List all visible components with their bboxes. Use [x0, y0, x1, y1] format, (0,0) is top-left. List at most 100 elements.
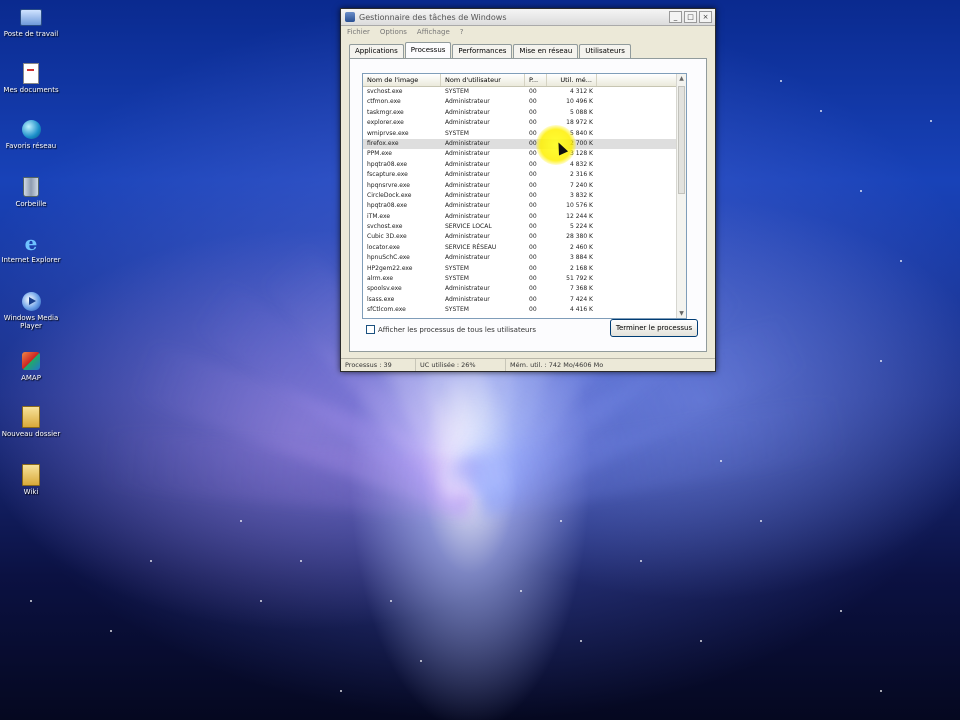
- tab-users[interactable]: Utilisateurs: [579, 44, 631, 58]
- tab-networking[interactable]: Mise en réseau: [513, 44, 579, 58]
- process-row[interactable]: hpqnsrvre.exe Administrateur 00 7 240 K: [363, 181, 686, 191]
- process-row[interactable]: sfCtlcom.exe SYSTEM 00 4 416 K: [363, 305, 686, 315]
- process-row[interactable]: wmiprvse.exe SYSTEM 00 5 840 K: [363, 129, 686, 139]
- process-image-name: svchost.exe: [367, 223, 403, 231]
- star: [420, 660, 422, 662]
- network-icon: [21, 119, 41, 139]
- process-user-name: SYSTEM: [445, 264, 469, 272]
- process-row[interactable]: explorer.exe Administrateur 00 18 972 K: [363, 118, 686, 128]
- desktop-icon-internet-explorer[interactable]: e Internet Explorer: [0, 232, 62, 265]
- process-row[interactable]: CircleDock.exe Administrateur 00 3 832 K: [363, 191, 686, 201]
- show-all-users-checkbox[interactable]: Afficher les processus de tous les utili…: [366, 325, 536, 334]
- process-row[interactable]: lsass.exe Administrateur 00 7 424 K: [363, 295, 686, 305]
- process-list-header: Nom de l'image Nom d'utilisateur P... Ut…: [363, 74, 686, 87]
- scrollbar-thumb[interactable]: [678, 86, 685, 194]
- column-user-name[interactable]: Nom d'utilisateur: [441, 74, 525, 86]
- menu-options[interactable]: Options: [380, 28, 407, 36]
- tab-performance[interactable]: Performances: [452, 44, 513, 58]
- desktop-icon-my-documents[interactable]: Mes documents: [0, 62, 62, 94]
- star: [860, 190, 862, 192]
- process-memory: 4 312 K: [569, 88, 593, 95]
- process-cpu: 00: [529, 98, 537, 106]
- menu-file[interactable]: Fichier: [347, 28, 370, 36]
- close-button[interactable]: ×: [699, 11, 712, 23]
- process-memory: 12 244 K: [566, 212, 593, 220]
- menu-help[interactable]: ?: [460, 28, 464, 36]
- scroll-down-arrow-icon[interactable]: ▼: [677, 309, 686, 318]
- process-row[interactable]: taskmgr.exe Administrateur 00 5 088 K: [363, 108, 686, 118]
- task-manager-window: Gestionnaire des tâches de Windows _ □ ×…: [340, 8, 716, 372]
- vertical-scrollbar[interactable]: ▲ ▼: [676, 74, 686, 318]
- process-memory: 28 380 K: [566, 233, 593, 241]
- process-row[interactable]: hpqtra08.exe Administrateur 00 4 832 K: [363, 160, 686, 170]
- process-memory: 51 792 K: [566, 275, 593, 283]
- process-user-name: Administrateur: [445, 285, 490, 293]
- process-user-name: Administrateur: [445, 150, 490, 158]
- title-bar[interactable]: Gestionnaire des tâches de Windows _ □ ×: [341, 9, 715, 26]
- media-player-icon: [21, 291, 41, 311]
- process-row[interactable]: iTM.exe Administrateur 00 12 244 K: [363, 212, 686, 222]
- desktop-icon-recycle-bin[interactable]: Corbeille: [0, 176, 62, 208]
- desktop-icon-amap[interactable]: AMAP: [0, 350, 62, 382]
- column-cpu[interactable]: P...: [525, 74, 547, 86]
- process-user-name: Administrateur: [445, 160, 490, 168]
- process-image-name: explorer.exe: [367, 119, 404, 127]
- column-image-name[interactable]: Nom de l'image: [363, 74, 441, 86]
- process-row[interactable]: ctfmon.exe Administrateur 00 10 496 K: [363, 97, 686, 107]
- tab-strip: Applications Processus Performances Mise…: [349, 42, 632, 58]
- desktop-icon-new-folder[interactable]: Nouveau dossier: [0, 406, 62, 438]
- desktop-icon-network[interactable]: Favoris réseau: [0, 118, 62, 150]
- process-image-name: taskmgr.exe: [367, 108, 404, 116]
- minimize-button[interactable]: _: [669, 11, 682, 23]
- process-cpu: 00: [529, 212, 537, 220]
- star: [150, 560, 152, 562]
- desktop-icon-media-player[interactable]: Windows Media Player: [0, 290, 62, 330]
- process-cpu: 00: [529, 306, 537, 314]
- desktop-icon-wiki[interactable]: Wiki: [0, 464, 62, 496]
- star: [780, 80, 782, 82]
- process-memory: 5 224 K: [569, 223, 593, 231]
- tab-applications[interactable]: Applications: [349, 44, 404, 58]
- column-memory[interactable]: Util. mé...: [547, 74, 597, 86]
- process-memory: 3 832 K: [569, 191, 593, 199]
- star: [520, 590, 522, 592]
- process-row[interactable]: fscapture.exe Administrateur 00 2 316 K: [363, 170, 686, 180]
- computer-icon: [20, 8, 42, 26]
- desktop-icon-my-computer[interactable]: Poste de travail: [0, 6, 62, 38]
- scroll-up-arrow-icon[interactable]: ▲: [677, 74, 686, 83]
- process-memory: 10 496 K: [566, 98, 593, 106]
- process-row[interactable]: svchost.exe SERVICE LOCAL 00 5 224 K: [363, 222, 686, 232]
- star: [390, 600, 392, 602]
- status-process-count: Processus : 39: [341, 359, 416, 371]
- process-row[interactable]: alrm.exe SYSTEM 00 51 792 K: [363, 274, 686, 284]
- process-image-name: sfCtlcom.exe: [367, 306, 406, 314]
- process-memory: 7 240 K: [569, 181, 593, 189]
- process-image-name: firefox.exe: [367, 139, 399, 147]
- process-user-name: Administrateur: [445, 233, 490, 241]
- end-process-button[interactable]: Terminer le processus: [610, 319, 698, 337]
- process-cpu: 00: [529, 171, 537, 179]
- process-image-name: fscapture.exe: [367, 171, 408, 179]
- star: [560, 520, 562, 522]
- process-row[interactable]: hpqtra08.exe Administrateur 00 10 576 K: [363, 201, 686, 211]
- process-image-name: spoolsv.exe: [367, 285, 402, 293]
- desktop-icon-label: Corbeille: [15, 200, 47, 208]
- process-row[interactable]: firefox.exe Administrateur 00 2 700 K: [363, 138, 686, 150]
- star: [640, 560, 642, 562]
- process-image-name: wmiprvse.exe: [367, 129, 409, 137]
- star: [110, 630, 112, 632]
- process-row[interactable]: svchost.exe SYSTEM 00 4 312 K: [363, 87, 686, 97]
- menu-view[interactable]: Affichage: [417, 28, 450, 36]
- maximize-button[interactable]: □: [684, 11, 697, 23]
- process-row[interactable]: Cubic 3D.exe Administrateur 00 28 380 K: [363, 232, 686, 242]
- process-row[interactable]: spoolsv.exe Administrateur 00 7 368 K: [363, 284, 686, 294]
- tab-processes[interactable]: Processus: [404, 42, 452, 58]
- checkbox-box[interactable]: [366, 325, 375, 334]
- process-user-name: SERVICE RÉSEAU: [445, 243, 497, 251]
- process-image-name: Cubic 3D.exe: [367, 233, 407, 241]
- process-row[interactable]: PPM.exe Administrateur 00 3 128 K: [363, 149, 686, 159]
- process-row[interactable]: HP2gem22.exe SYSTEM 00 2 168 K: [363, 264, 686, 274]
- process-row[interactable]: hpnuSchC.exe Administrateur 00 3 884 K: [363, 253, 686, 263]
- process-row[interactable]: locator.exe SERVICE RÉSEAU 00 2 460 K: [363, 243, 686, 253]
- process-cpu: 00: [529, 285, 537, 293]
